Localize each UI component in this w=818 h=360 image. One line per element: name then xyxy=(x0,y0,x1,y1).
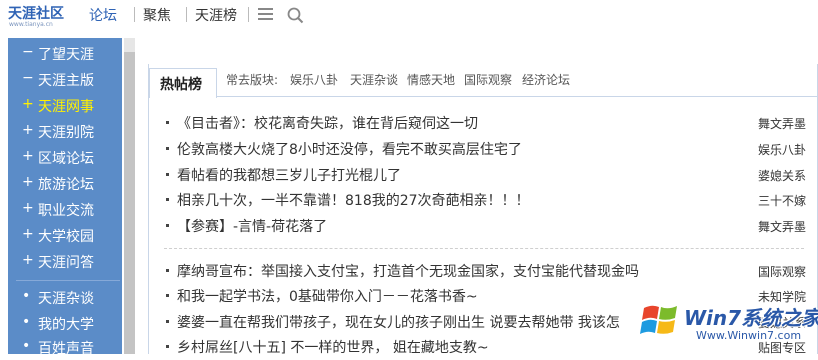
sidebar: − 了望天涯 − 天涯主版 + 天涯网事 + 天涯别院 + 区域论坛 + 旅游论… xyxy=(8,38,122,357)
post-board-link[interactable]: 婆媳关系 xyxy=(758,167,806,184)
sidebar-item-label: 职业交流 xyxy=(38,203,94,219)
expand-icon: + xyxy=(22,122,34,138)
list-item: 《目击者》：校花离奇失踪，谁在背后窥伺这一切 舞文弄墨 xyxy=(166,113,806,133)
sidebar-item-bieyuan[interactable]: + 天涯别院 xyxy=(8,122,122,144)
bullet-icon xyxy=(166,147,169,150)
board-link-yule[interactable]: 娱乐八卦 xyxy=(290,71,338,88)
post-board-link[interactable]: 三十不嫁 xyxy=(758,192,806,209)
tab-hot-posts[interactable]: 热帖榜 xyxy=(149,68,217,98)
tianya-logo[interactable]: 天涯社区 www.tianya.cn xyxy=(8,3,80,29)
expand-icon: + xyxy=(22,174,34,190)
nav-forum[interactable]: 论坛 xyxy=(89,5,117,25)
collapse-icon: − xyxy=(22,70,34,86)
bullet-icon xyxy=(166,224,169,227)
logo-subtext: www.tianya.cn xyxy=(9,21,53,28)
sidebar-item-career[interactable]: + 职业交流 xyxy=(8,200,122,222)
watermark-brand: Win7系统之家 xyxy=(684,306,818,330)
post-title-link[interactable]: 相亲几十次，一半不靠谱！818我的27次奇葩相亲！！！ xyxy=(177,190,530,210)
nav-separator xyxy=(186,7,187,22)
expand-icon: + xyxy=(22,252,34,268)
sidebar-item-university[interactable]: • 我的大学 xyxy=(8,314,122,336)
top-header: 天涯社区 www.tianya.cn 论坛 聚焦 天涯榜 xyxy=(0,0,818,30)
sidebar-item-label: 天涯杂谈 xyxy=(38,291,94,307)
list-item: 伦敦高楼大火烧了8小时还没停，看完不敢买高层住宅了 娱乐八卦 xyxy=(166,139,806,159)
sidebar-item-liaowang[interactable]: − 了望天涯 xyxy=(8,44,122,66)
post-board-link[interactable]: 国际观察 xyxy=(758,263,806,280)
list-item: 相亲几十次，一半不靠谱！818我的27次奇葩相亲！！！ 三十不嫁 xyxy=(166,190,806,210)
sidebar-item-regional[interactable]: + 区域论坛 xyxy=(8,148,122,170)
bullet-icon xyxy=(166,198,169,201)
nav-rank[interactable]: 天涯榜 xyxy=(195,5,237,25)
bullet-icon: • xyxy=(22,338,31,354)
list-item: 摩纳哥宣布：举国接入支付宝，打造首个无现金国家，支付宝能代替现金吗 国际观察 xyxy=(166,261,806,281)
sidebar-item-voice[interactable]: • 百姓声音 xyxy=(8,338,122,360)
list-item: 看帖看的我都想三岁儿子打光棍儿了 婆媳关系 xyxy=(166,165,806,185)
expand-icon: + xyxy=(22,200,34,216)
sidebar-item-qa[interactable]: + 天涯问答 xyxy=(8,252,122,274)
bullet-icon: • xyxy=(22,314,31,330)
post-title-link[interactable]: 和我一起学书法，0基础带你入门－－花落书香~ xyxy=(177,286,478,306)
post-title-link[interactable]: 摩纳哥宣布：举国接入支付宝，打造首个无现金国家，支付宝能代替现金吗 xyxy=(177,261,639,281)
bullet-icon xyxy=(166,345,169,348)
post-title-link[interactable]: 婆婆一直在帮我们带孩子，现在女儿的孩子刚出生 说要去帮她带 我该怎 xyxy=(177,312,620,332)
sidebar-item-label: 区域论坛 xyxy=(38,151,94,167)
collapse-icon: − xyxy=(22,44,34,60)
sidebar-item-label: 我的大学 xyxy=(38,317,94,333)
nav-focus[interactable]: 聚焦 xyxy=(143,5,171,25)
post-title-link[interactable]: 伦敦高楼大火烧了8小时还没停，看完不敢买高层住宅了 xyxy=(177,139,522,159)
watermark-url: Www.Winwin7.com xyxy=(696,329,802,342)
bullet-icon xyxy=(166,173,169,176)
sidebar-item-label: 天涯网事 xyxy=(38,99,94,115)
list-divider xyxy=(164,248,804,249)
win7-watermark: Win7系统之家 Www.Winwin7.com xyxy=(636,298,818,354)
nav-separator xyxy=(134,7,135,22)
search-icon[interactable] xyxy=(287,7,304,24)
bullet-icon xyxy=(166,294,169,297)
sidebar-item-zatan[interactable]: • 天涯杂谈 xyxy=(8,288,122,310)
post-title-link[interactable]: 【参赛】-言情-荷花落了 xyxy=(177,216,327,236)
logo-text: 天涯社区 xyxy=(8,6,64,22)
sidebar-item-label: 天涯问答 xyxy=(38,255,94,271)
sidebar-item-label: 天涯主版 xyxy=(38,73,94,89)
post-board-link[interactable]: 舞文弄墨 xyxy=(758,115,806,132)
sidebar-item-main[interactable]: − 天涯主版 xyxy=(8,70,122,92)
post-title-link[interactable]: 看帖看的我都想三岁儿子打光棍儿了 xyxy=(177,165,401,185)
expand-icon: + xyxy=(22,226,34,242)
expand-icon: + xyxy=(22,148,34,164)
board-link-qinggan[interactable]: 情感天地 xyxy=(407,71,455,88)
sidebar-scrollbar-thumb[interactable] xyxy=(124,52,135,354)
windows-logo-icon xyxy=(640,305,677,334)
hamburger-icon[interactable] xyxy=(258,8,273,21)
sidebar-item-campus[interactable]: + 大学校园 xyxy=(8,226,122,248)
sidebar-item-travel[interactable]: + 旅游论坛 xyxy=(8,174,122,196)
post-title-link[interactable]: 乡村屌丝[八十五] 不一样的世界， 姐在藏地支教~ xyxy=(177,337,489,357)
bullet-icon xyxy=(166,269,169,272)
list-item: 【参赛】-言情-荷花落了 舞文弄墨 xyxy=(166,216,806,236)
bullet-icon xyxy=(166,121,169,124)
bullet-icon xyxy=(166,320,169,323)
sidebar-divider xyxy=(16,280,120,281)
board-link-guoji[interactable]: 国际观察 xyxy=(464,71,512,88)
post-board-link[interactable]: 舞文弄墨 xyxy=(758,218,806,235)
board-link-zatan[interactable]: 天涯杂谈 xyxy=(350,71,398,88)
common-boards-label: 常去版块: xyxy=(226,73,279,87)
sidebar-item-wangshi[interactable]: + 天涯网事 xyxy=(8,96,122,118)
board-link-jingji[interactable]: 经济论坛 xyxy=(522,71,570,88)
post-board-link[interactable]: 娱乐八卦 xyxy=(758,141,806,158)
sidebar-item-label: 了望天涯 xyxy=(38,47,94,63)
expand-icon: + xyxy=(22,96,34,112)
nav-separator xyxy=(248,7,249,22)
sidebar-item-label: 大学校园 xyxy=(38,229,94,245)
bullet-icon: • xyxy=(22,288,31,304)
sidebar-item-label: 旅游论坛 xyxy=(38,177,94,193)
tab-hot-posts-label: 热帖榜 xyxy=(160,77,202,93)
sidebar-item-label: 百姓声音 xyxy=(38,341,94,357)
sidebar-item-label: 天涯别院 xyxy=(38,125,94,141)
post-title-link[interactable]: 《目击者》：校花离奇失踪，谁在背后窥伺这一切 xyxy=(177,113,478,133)
